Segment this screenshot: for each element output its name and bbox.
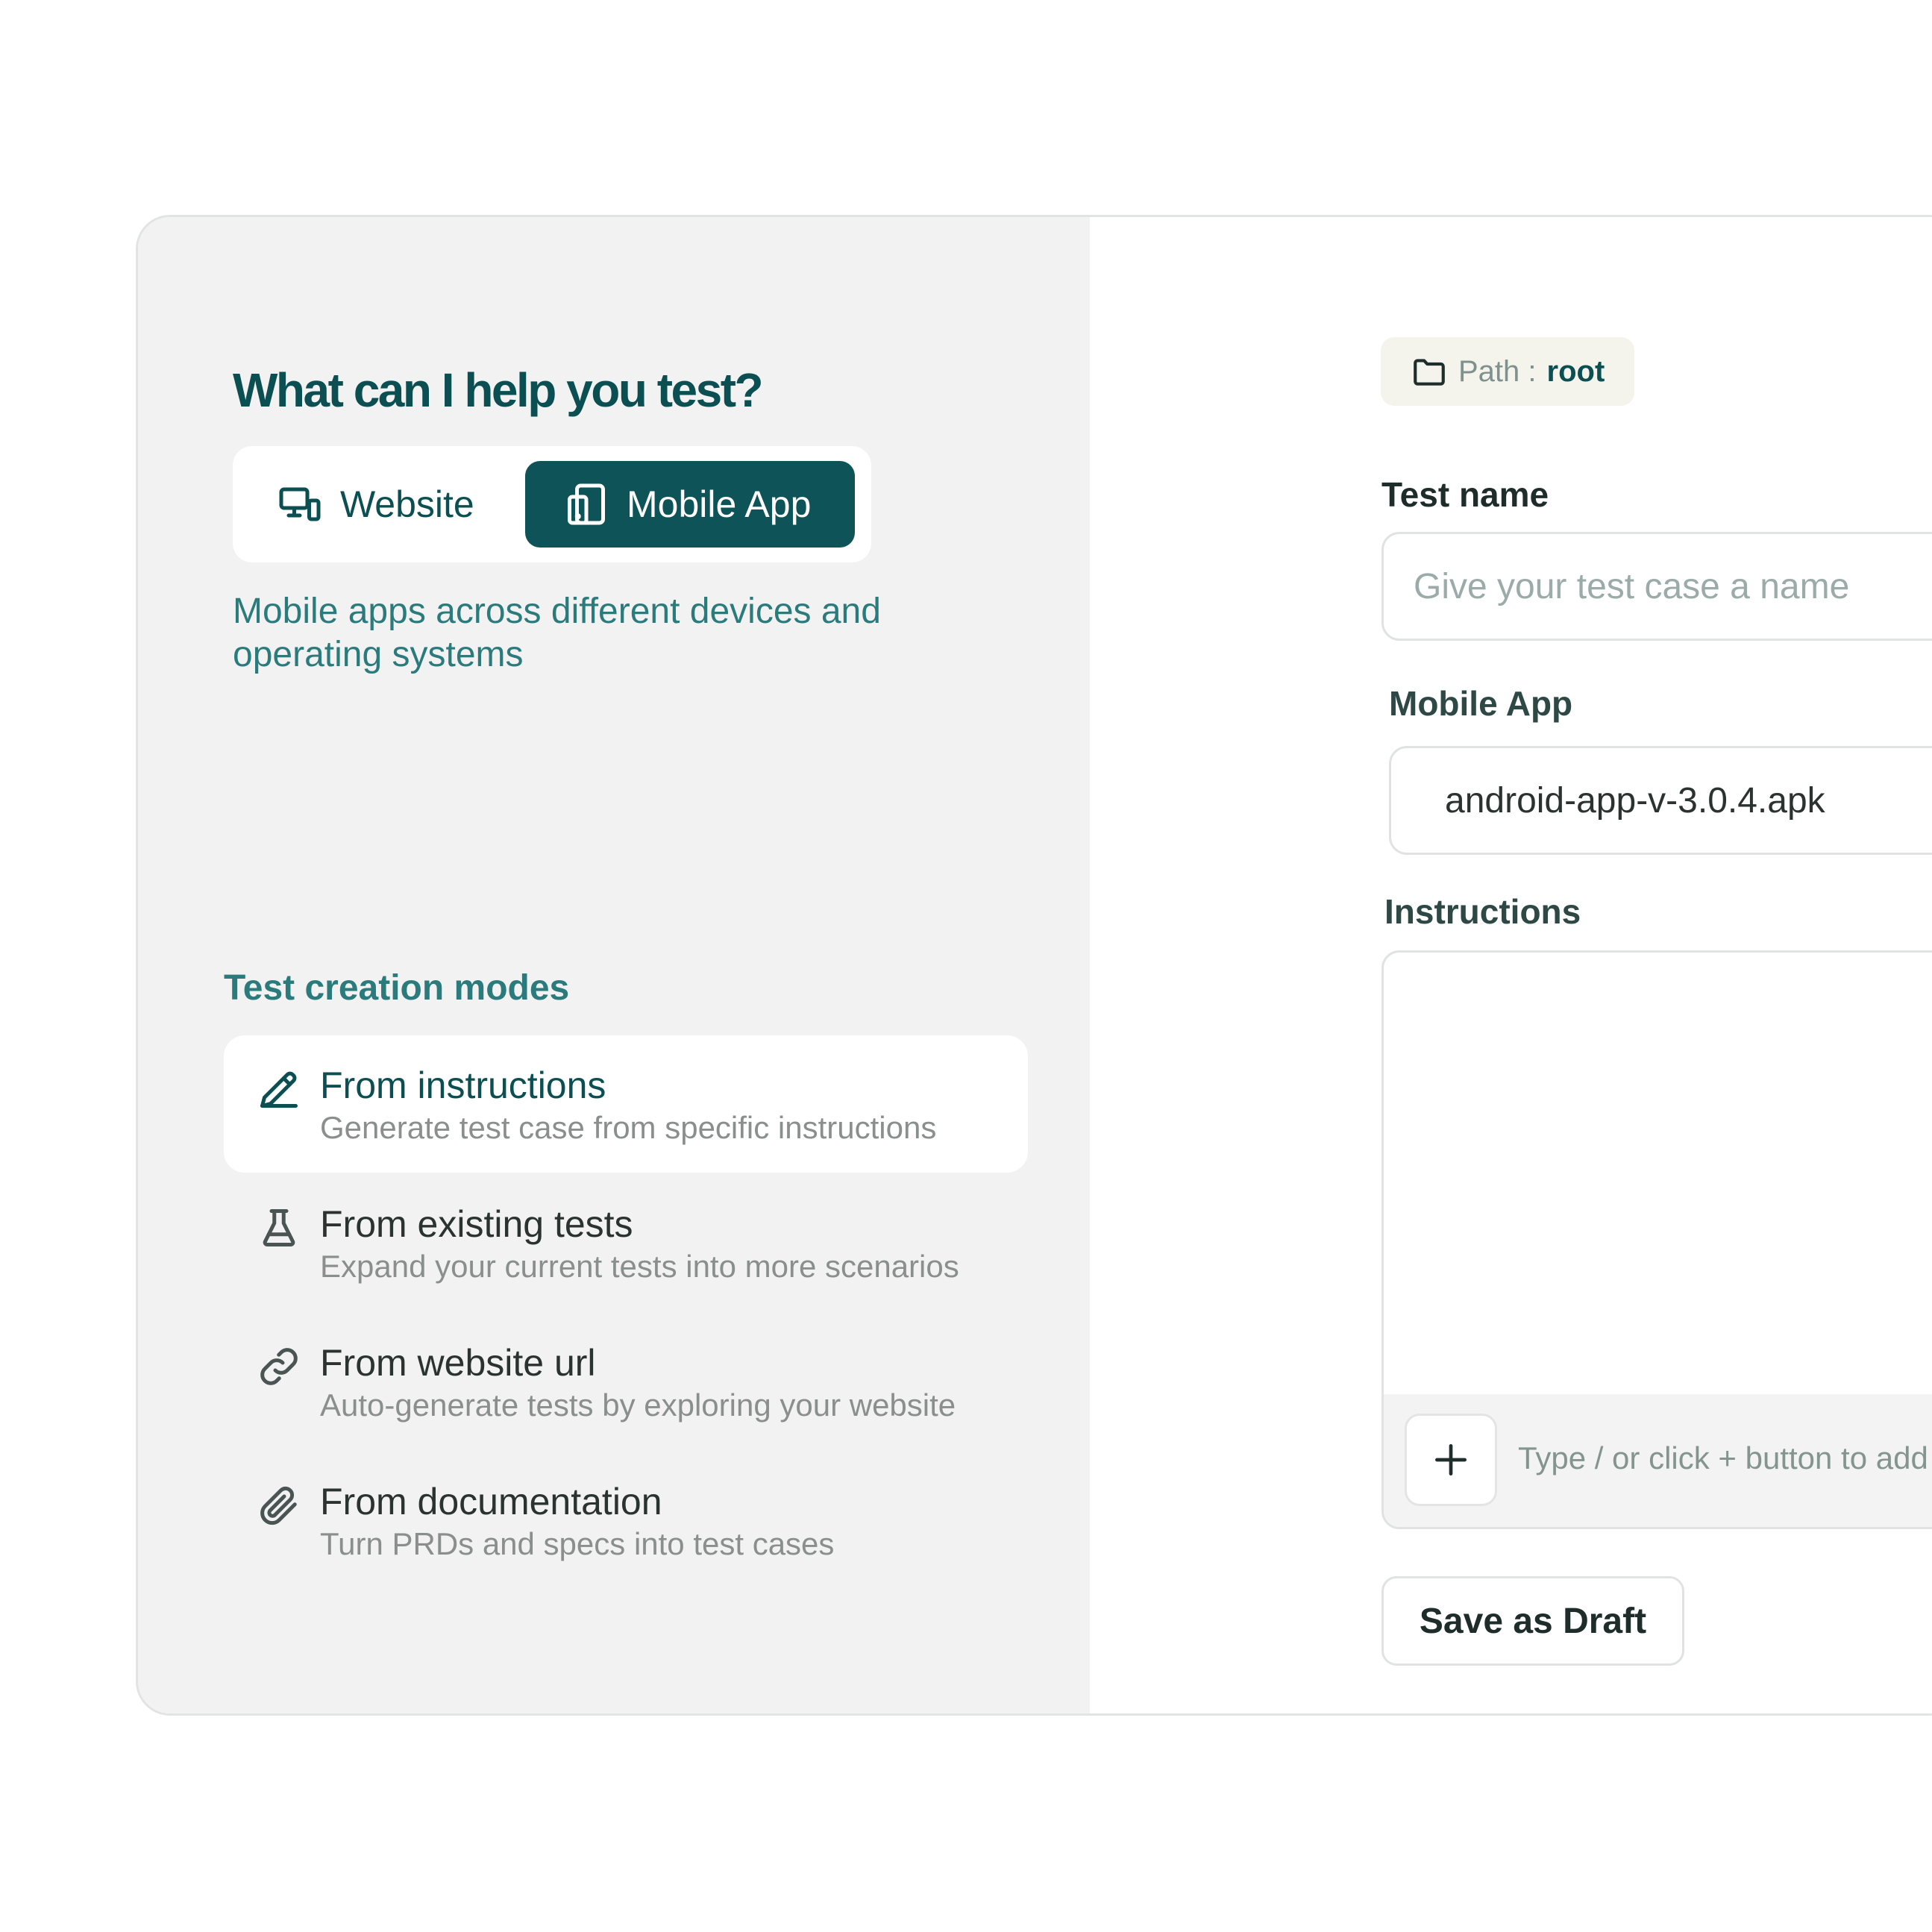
platform-toggle: Website Mobile App xyxy=(233,446,871,562)
mode-title: From documentation xyxy=(320,1481,662,1522)
mobile-app-label: Mobile App xyxy=(1389,684,1573,723)
instructions-textarea[interactable] xyxy=(1384,953,1932,1400)
folder-icon xyxy=(1411,353,1448,390)
page-heading: What can I help you test? xyxy=(233,363,764,417)
instructions-editor: Type / or click + button to add elements xyxy=(1381,950,1932,1529)
flask-icon xyxy=(257,1205,301,1250)
phone-tablet-icon xyxy=(564,482,609,527)
instructions-toolbar: Type / or click + button to add elements xyxy=(1384,1394,1932,1527)
mode-from-documentation[interactable]: From documentation Turn PRDs and specs i… xyxy=(224,1452,1028,1589)
mode-from-instructions[interactable]: From instructions Generate test case fro… xyxy=(224,1035,1028,1173)
right-panel: Path : root Test name Mobile App android… xyxy=(1090,217,1932,1713)
mode-title: From website url xyxy=(320,1342,596,1384)
devices-icon xyxy=(277,482,322,527)
modes-title: Test creation modes xyxy=(224,968,570,1008)
path-value: root xyxy=(1546,354,1605,388)
save-as-draft-button[interactable]: Save as Draft xyxy=(1381,1576,1684,1666)
left-panel: What can I help you test? Website Mobile… xyxy=(138,217,1090,1713)
website-option-label: Website xyxy=(340,483,474,525)
instructions-label: Instructions xyxy=(1384,892,1581,931)
toolbar-hint: Type / or click + button to add elements xyxy=(1518,1440,1932,1475)
link-icon xyxy=(257,1344,301,1389)
mode-title: From instructions xyxy=(320,1064,606,1106)
mode-from-existing-tests[interactable]: From existing tests Expand your current … xyxy=(224,1174,1028,1311)
plus-icon xyxy=(1435,1444,1467,1475)
mode-subtitle: Generate test case from specific instruc… xyxy=(320,1110,937,1145)
mode-subtitle: Expand your current tests into more scen… xyxy=(320,1249,959,1284)
mobile-app-option-label: Mobile App xyxy=(627,483,812,525)
path-label: Path : xyxy=(1458,354,1537,388)
platform-description: Mobile apps across different devices and… xyxy=(233,592,881,674)
test-name-input[interactable] xyxy=(1381,532,1932,641)
mobile-app-option[interactable]: Mobile App xyxy=(525,461,855,548)
mobile-app-select[interactable]: android-app-v-3.0.4.apk xyxy=(1389,746,1932,855)
path-breadcrumb[interactable]: Path : root xyxy=(1381,337,1635,406)
pencil-icon xyxy=(257,1067,301,1111)
paperclip-icon xyxy=(257,1483,301,1528)
mode-title: From existing tests xyxy=(320,1203,633,1245)
mode-subtitle: Turn PRDs and specs into test cases xyxy=(320,1526,835,1561)
main-card: What can I help you test? Website Mobile… xyxy=(136,215,1932,1716)
mode-subtitle: Auto-generate tests by exploring your we… xyxy=(320,1387,956,1423)
mode-from-website-url[interactable]: From website url Auto-generate tests by … xyxy=(224,1313,1028,1450)
test-name-label: Test name xyxy=(1381,475,1549,514)
mobile-app-value: android-app-v-3.0.4.apk xyxy=(1445,780,1825,821)
website-option[interactable]: Website xyxy=(277,461,474,548)
add-element-button[interactable] xyxy=(1405,1414,1497,1506)
